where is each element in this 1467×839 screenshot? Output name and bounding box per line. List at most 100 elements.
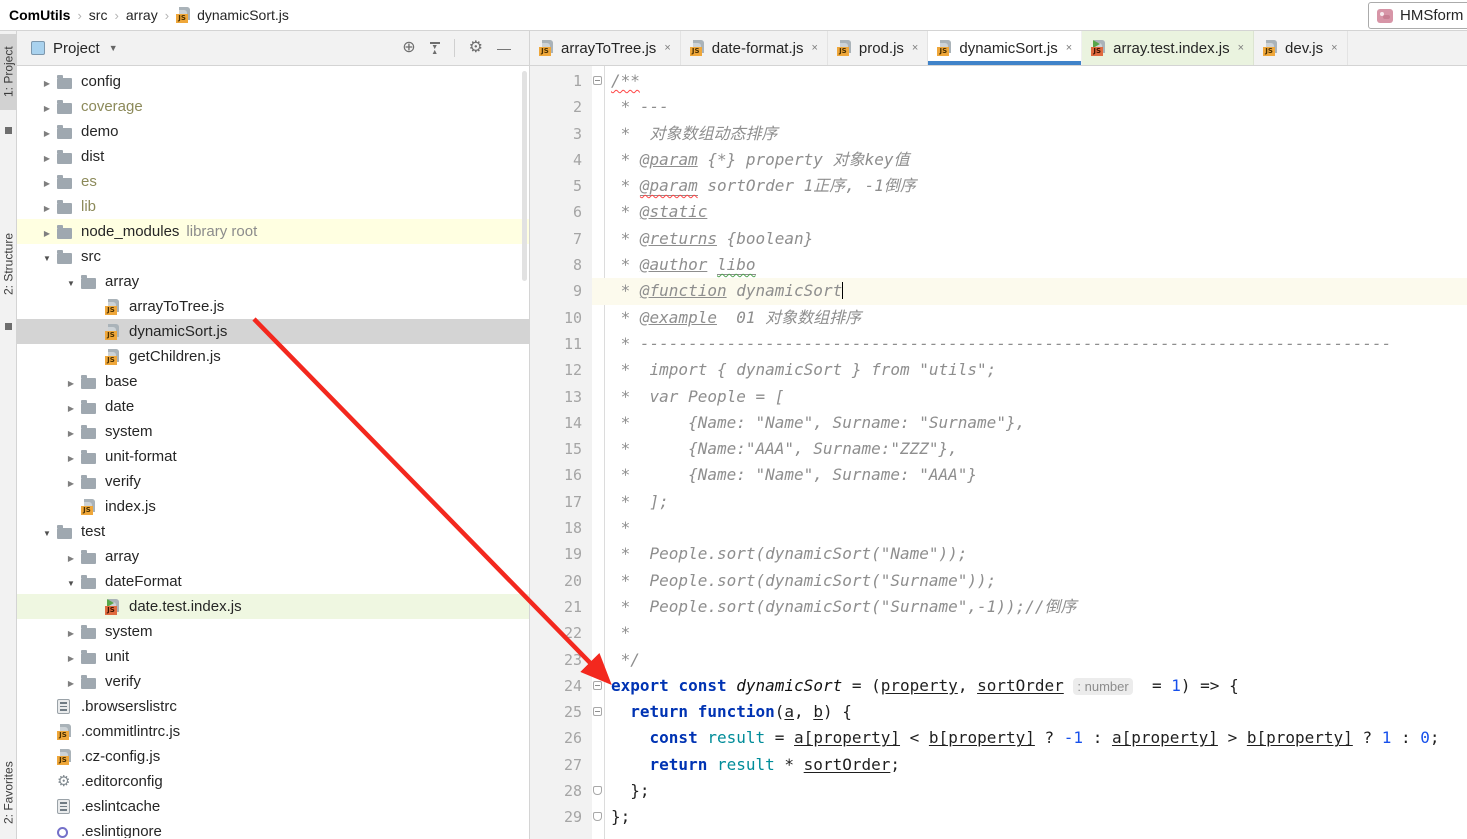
gear-icon[interactable]: ⚙ (469, 40, 483, 56)
tree-item-src[interactable]: ▼src (17, 244, 529, 269)
tree-item--commitlintrc-js[interactable]: JS.commitlintrc.js (17, 719, 529, 744)
code-line-22[interactable]: 22 * (530, 620, 1467, 646)
tree-item-system[interactable]: ▶system (17, 419, 529, 444)
fold-marker-icon[interactable] (593, 707, 602, 716)
code-line-27[interactable]: 27 return result * sortOrder; (530, 752, 1467, 778)
code-line-23[interactable]: 23 */ (530, 647, 1467, 673)
structure-tool-icon[interactable] (5, 323, 12, 330)
fold-marker-icon[interactable] (593, 681, 602, 690)
chevron-right-icon[interactable]: ▶ (68, 554, 74, 563)
code-line-19[interactable]: 19 * People.sort(dynamicSort("Name")); (530, 541, 1467, 567)
stripe-tab-project[interactable]: 1: Project (0, 34, 17, 110)
tree-item-dynamicsort-js[interactable]: JSdynamicSort.js (17, 319, 529, 344)
code-line-24[interactable]: 24export const dynamicSort = (property, … (530, 673, 1467, 699)
code-line-9[interactable]: 9 * @function dynamicSort (530, 278, 1467, 304)
close-icon[interactable]: × (1066, 42, 1072, 54)
tree-item-coverage[interactable]: ▶coverage (17, 94, 529, 119)
tree-item-dist[interactable]: ▶dist (17, 144, 529, 169)
code-line-7[interactable]: 7 * @returns {boolean} (530, 226, 1467, 252)
tree-item--eslintcache[interactable]: .eslintcache (17, 794, 529, 819)
collapse-all-icon[interactable]: ▼▲ (430, 42, 440, 55)
code-line-20[interactable]: 20 * People.sort(dynamicSort("Surname"))… (530, 568, 1467, 594)
tree-item--cz-config-js[interactable]: JS.cz-config.js (17, 744, 529, 769)
tab-date-format-js[interactable]: JSdate-format.js× (681, 31, 828, 65)
tree-item-index-js[interactable]: JSindex.js (17, 494, 529, 519)
fold-marker-icon[interactable] (593, 76, 602, 85)
code-line-29[interactable]: 29}; (530, 804, 1467, 830)
close-icon[interactable]: × (1238, 42, 1244, 54)
tree-item-array[interactable]: ▶array (17, 544, 529, 569)
code-editor[interactable]: 1/**2 * ---3 * 对象数组动态排序4 * @param {*} pr… (530, 66, 1467, 839)
tree-item-arraytotree-js[interactable]: JSarrayToTree.js (17, 294, 529, 319)
code-line-14[interactable]: 14 * {Name: "Name", Surname: "Surname"}, (530, 410, 1467, 436)
stripe-tab-favorites[interactable]: 2: Favorites (0, 753, 17, 833)
chevron-down-icon[interactable]: ▼ (43, 254, 51, 263)
stripe-tab-structure[interactable]: 2: Structure (0, 221, 17, 307)
code-line-17[interactable]: 17 * ]; (530, 489, 1467, 515)
chevron-down-icon[interactable]: ▼ (67, 579, 75, 588)
tab-dev-js[interactable]: JSdev.js× (1254, 31, 1348, 65)
close-icon[interactable]: × (912, 42, 918, 54)
breadcrumb-file[interactable]: JS dynamicSort.js (176, 7, 289, 23)
code-line-11[interactable]: 11 * -----------------------------------… (530, 331, 1467, 357)
code-line-8[interactable]: 8 * @author libo (530, 252, 1467, 278)
chevron-right-icon[interactable]: ▶ (68, 479, 74, 488)
chevron-right-icon[interactable]: ▶ (68, 429, 74, 438)
project-panel-title[interactable]: Project (53, 40, 100, 57)
hide-panel-icon[interactable]: — (497, 40, 511, 56)
tree-item-array[interactable]: ▼array (17, 269, 529, 294)
chevron-right-icon[interactable]: ▶ (68, 679, 74, 688)
code-line-2[interactable]: 2 * --- (530, 94, 1467, 120)
close-icon[interactable]: × (1331, 42, 1337, 54)
code-line-13[interactable]: 13 * var People = [ (530, 384, 1467, 410)
code-line-1[interactable]: 1/** (530, 68, 1467, 94)
tree-item-unit-format[interactable]: ▶unit-format (17, 444, 529, 469)
tab-prod-js[interactable]: JSprod.js× (828, 31, 928, 65)
tree-item--browserslistrc[interactable]: .browserslistrc (17, 694, 529, 719)
tree-item-test[interactable]: ▼test (17, 519, 529, 544)
chevron-right-icon[interactable]: ▶ (44, 104, 50, 113)
code-line-4[interactable]: 4 * @param {*} property 对象key值 (530, 147, 1467, 173)
tree-item-date[interactable]: ▶date (17, 394, 529, 419)
chevron-right-icon[interactable]: ▶ (44, 154, 50, 163)
fold-end-icon[interactable] (593, 786, 602, 795)
fold-end-icon[interactable] (593, 812, 602, 821)
tree-item-getchildren-js[interactable]: JSgetChildren.js (17, 344, 529, 369)
chevron-right-icon[interactable]: ▶ (44, 229, 50, 238)
code-line-3[interactable]: 3 * 对象数组动态排序 (530, 121, 1467, 147)
chevron-down-icon[interactable]: ▼ (43, 529, 51, 538)
locate-file-icon[interactable]: ⊕ (402, 40, 415, 56)
tree-item--editorconfig[interactable]: ⚙.editorconfig (17, 769, 529, 794)
code-line-15[interactable]: 15 * {Name:"AAA", Surname:"ZZZ"}, (530, 436, 1467, 462)
tree-item--eslintignore[interactable]: .eslintignore (17, 819, 529, 838)
chevron-right-icon[interactable]: ▶ (68, 404, 74, 413)
chevron-down-icon[interactable]: ▼ (109, 43, 118, 53)
chevron-right-icon[interactable]: ▶ (68, 629, 74, 638)
chevron-right-icon[interactable]: ▶ (68, 454, 74, 463)
breadcrumb-array[interactable]: array (126, 7, 158, 23)
tree-item-dateformat[interactable]: ▼dateFormat (17, 569, 529, 594)
tree-item-lib[interactable]: ▶lib (17, 194, 529, 219)
tree-item-system[interactable]: ▶system (17, 619, 529, 644)
code-line-6[interactable]: 6 * @static (530, 199, 1467, 225)
code-line-25[interactable]: 25 return function(a, b) { (530, 699, 1467, 725)
commit-tool-icon[interactable] (5, 127, 12, 134)
chevron-right-icon[interactable]: ▶ (44, 79, 50, 88)
code-line-21[interactable]: 21 * People.sort(dynamicSort("Surname",-… (530, 594, 1467, 620)
close-icon[interactable]: × (811, 42, 817, 54)
tree-item-unit[interactable]: ▶unit (17, 644, 529, 669)
chevron-right-icon[interactable]: ▶ (44, 179, 50, 188)
tab-array-test-index-js[interactable]: JSarray.test.index.js× (1082, 31, 1254, 65)
chevron-right-icon[interactable]: ▶ (68, 379, 74, 388)
tree-item-demo[interactable]: ▶demo (17, 119, 529, 144)
breadcrumb-project[interactable]: ComUtils (9, 7, 70, 23)
code-line-5[interactable]: 5 * @param sortOrder 1正序, -1倒序 (530, 173, 1467, 199)
breadcrumb-src[interactable]: src (89, 7, 108, 23)
chevron-down-icon[interactable]: ▼ (67, 279, 75, 288)
close-icon[interactable]: × (664, 42, 670, 54)
code-line-10[interactable]: 10 * @example 01 对象数组排序 (530, 305, 1467, 331)
chevron-right-icon[interactable]: ▶ (44, 204, 50, 213)
code-line-18[interactable]: 18 * (530, 515, 1467, 541)
tree-item-verify[interactable]: ▶verify (17, 469, 529, 494)
tree-item-base[interactable]: ▶base (17, 369, 529, 394)
